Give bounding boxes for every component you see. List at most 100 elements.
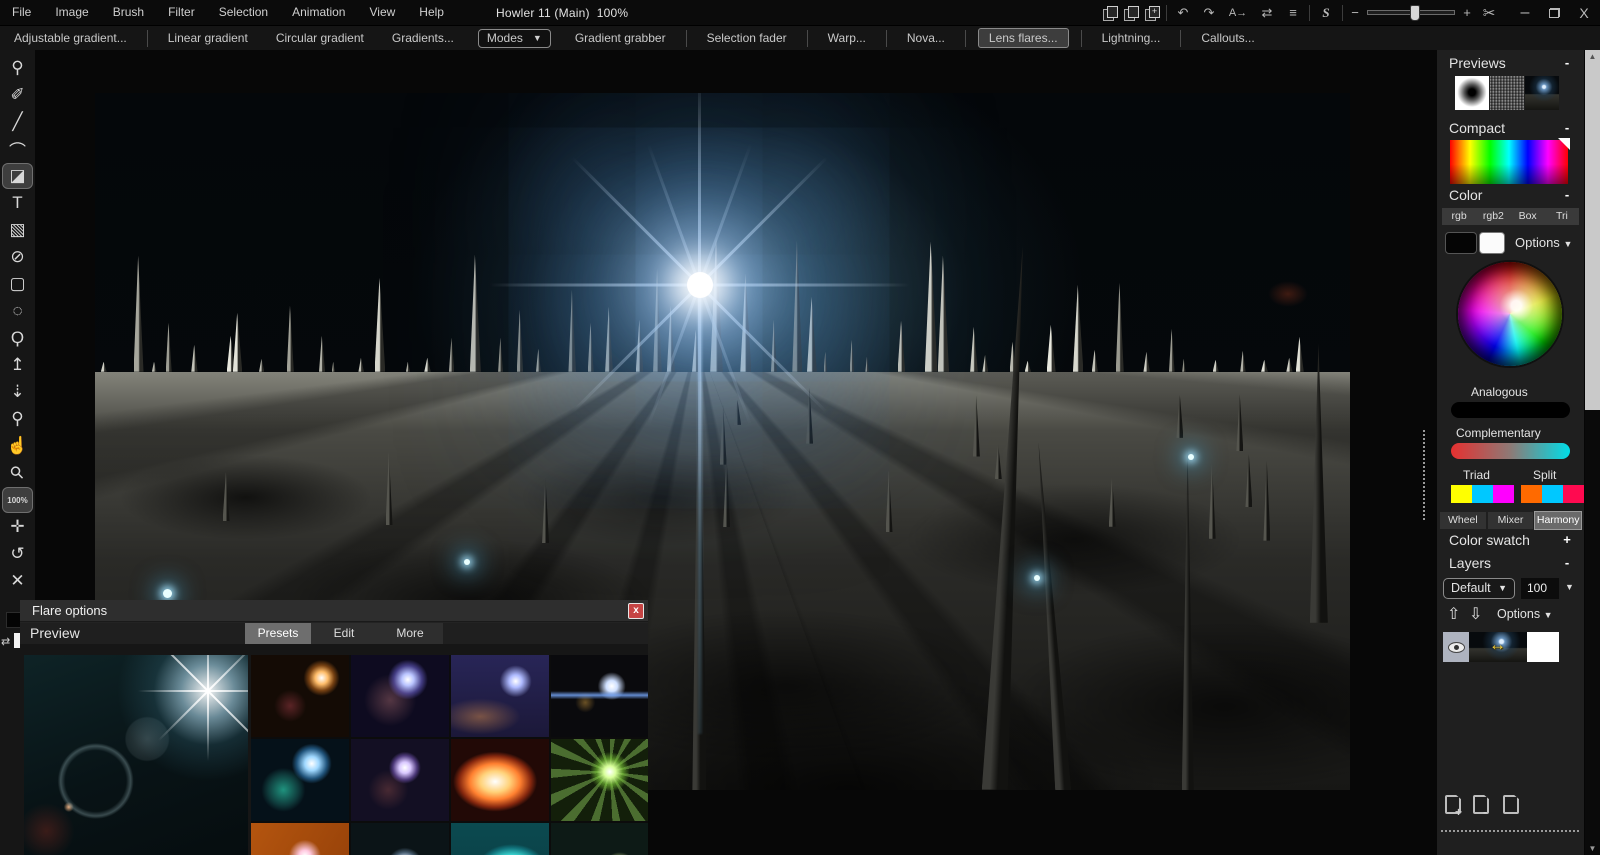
circular-gradient-button[interactable]: Circular gradient bbox=[262, 26, 378, 51]
tab-more[interactable]: More bbox=[377, 623, 443, 644]
gradients-button[interactable]: Gradients... bbox=[378, 26, 468, 51]
curve-tool[interactable]: ⌒ bbox=[3, 137, 32, 161]
flare-preset[interactable] bbox=[451, 655, 549, 737]
split-swatch-2[interactable] bbox=[1542, 485, 1563, 503]
nova-button[interactable]: Nova... bbox=[893, 26, 959, 51]
linear-gradient-button[interactable]: Linear gradient bbox=[154, 26, 262, 51]
tab-box[interactable]: Box bbox=[1511, 208, 1545, 225]
layers-options-dropdown[interactable]: Options ▼ bbox=[1497, 607, 1553, 621]
layer-opacity-field[interactable]: 100 bbox=[1521, 578, 1559, 599]
flare-preset[interactable] bbox=[351, 655, 449, 737]
swap-icon[interactable]: ⇄ bbox=[1257, 5, 1277, 21]
flare-preset[interactable] bbox=[251, 823, 349, 855]
dropper-tool[interactable]: ⚲ bbox=[3, 407, 32, 431]
menu-brush[interactable]: Brush bbox=[101, 0, 156, 25]
lightning-button[interactable]: Lightning... bbox=[1088, 26, 1175, 51]
current-color-swatch[interactable] bbox=[6, 612, 21, 628]
scrollbar-thumb[interactable] bbox=[1585, 50, 1600, 410]
ellipse-select-tool[interactable]: ◌ bbox=[3, 299, 32, 323]
color-swatch-expand-button[interactable]: + bbox=[1560, 532, 1574, 547]
layers-collapse-button[interactable]: - bbox=[1560, 555, 1574, 570]
dialog-close-button[interactable]: x bbox=[628, 603, 644, 619]
add-buffer-icon[interactable] bbox=[1145, 6, 1160, 20]
secondary-color-swatch[interactable] bbox=[1479, 232, 1505, 254]
color-collapse-button[interactable]: - bbox=[1560, 187, 1574, 202]
lasso-tool[interactable]: Ϙ bbox=[3, 326, 32, 350]
paste-buffer-icon[interactable] bbox=[1124, 6, 1139, 20]
scroll-down-icon[interactable]: ▼ bbox=[1585, 844, 1600, 853]
text-tool[interactable]: T bbox=[3, 191, 32, 215]
tab-tri[interactable]: Tri bbox=[1545, 208, 1579, 225]
selection-fader-button[interactable]: Selection fader bbox=[693, 26, 801, 51]
zoom-100-tool[interactable]: 100% bbox=[3, 488, 32, 512]
text-arrow-icon[interactable]: A→ bbox=[1225, 7, 1251, 19]
copy-buffer-icon[interactable] bbox=[1103, 6, 1118, 20]
zoom-slider-thumb[interactable] bbox=[1410, 5, 1420, 21]
adjustable-gradient-button[interactable]: Adjustable gradient... bbox=[0, 26, 141, 51]
zoom-out-icon[interactable]: − bbox=[1349, 5, 1361, 20]
knife-icon[interactable]: ✂ bbox=[1479, 4, 1499, 22]
tab-rgb2[interactable]: rgb2 bbox=[1476, 208, 1510, 225]
unpin-tool[interactable]: ✕ bbox=[3, 569, 32, 593]
triad-swatches[interactable] bbox=[1451, 485, 1514, 503]
tab-rgb[interactable]: rgb bbox=[1442, 208, 1476, 225]
move-tool[interactable]: ✛ bbox=[3, 515, 32, 539]
gradient-grabber-button[interactable]: Gradient grabber bbox=[561, 26, 680, 51]
compact-color-picker[interactable] bbox=[1450, 140, 1568, 184]
split-swatch-1[interactable] bbox=[1521, 485, 1542, 503]
menu-view[interactable]: View bbox=[357, 0, 407, 25]
swap-colors-icon[interactable]: ⇄ bbox=[1, 635, 10, 648]
previews-collapse-button[interactable]: - bbox=[1560, 55, 1574, 70]
lens-flares-button[interactable]: Lens flares... bbox=[978, 28, 1069, 48]
triad-swatch-3[interactable] bbox=[1493, 485, 1514, 503]
brush-preview-thumbnail[interactable] bbox=[1455, 76, 1489, 110]
minimize-button[interactable]: – bbox=[1515, 4, 1535, 22]
opacity-dropdown-icon[interactable]: ▼ bbox=[1565, 582, 1574, 592]
scene-preview-thumbnail[interactable] bbox=[1525, 76, 1559, 110]
flare-preview[interactable] bbox=[24, 655, 248, 855]
modes-dropdown[interactable]: Modes ▼ bbox=[478, 29, 551, 48]
tab-mixer[interactable]: Mixer bbox=[1488, 512, 1534, 529]
texture-preview-thumbnail[interactable] bbox=[1490, 76, 1524, 110]
panel-drag-handle[interactable] bbox=[1423, 430, 1425, 520]
flare-preset[interactable] bbox=[551, 823, 648, 855]
warp-button[interactable]: Warp... bbox=[814, 26, 880, 51]
pen-tool[interactable]: ⚲ bbox=[3, 56, 32, 80]
pin-down-tool[interactable]: ⇣ bbox=[3, 380, 32, 404]
split-swatch-3[interactable] bbox=[1563, 485, 1584, 503]
menu-animation[interactable]: Animation bbox=[280, 0, 357, 25]
magnifier-tool[interactable]: ⚲ bbox=[0, 454, 36, 491]
close-button[interactable]: X bbox=[1574, 5, 1594, 21]
color-options-dropdown[interactable]: Options ▼ bbox=[1515, 235, 1572, 250]
color-wheel[interactable] bbox=[1458, 262, 1562, 366]
menu-help[interactable]: Help bbox=[407, 0, 456, 25]
triad-swatch-2[interactable] bbox=[1472, 485, 1493, 503]
undo-icon[interactable]: ↶ bbox=[1173, 5, 1193, 21]
scroll-up-icon[interactable]: ▲ bbox=[1585, 52, 1600, 61]
gradient-fill-tool[interactable]: ◪ bbox=[3, 164, 32, 188]
zoom-in-icon[interactable]: + bbox=[1461, 5, 1473, 20]
triad-swatch-1[interactable] bbox=[1451, 485, 1472, 503]
line-tool[interactable]: ╱ bbox=[3, 110, 32, 134]
redo-icon[interactable]: ↷ bbox=[1199, 5, 1219, 21]
flare-preset[interactable] bbox=[251, 655, 349, 737]
flare-preset[interactable] bbox=[551, 655, 648, 737]
dialog-titlebar[interactable]: Flare options x bbox=[20, 600, 648, 622]
new-layer-icon[interactable] bbox=[1503, 795, 1519, 814]
rotate-tool[interactable]: ↺ bbox=[3, 542, 32, 566]
layer-move-up-button[interactable]: ⇧ bbox=[1447, 604, 1460, 624]
split-swatches[interactable] bbox=[1521, 485, 1584, 503]
restore-button[interactable] bbox=[1549, 8, 1560, 18]
lines-icon[interactable]: ≡ bbox=[1283, 5, 1303, 20]
picker-up-tool[interactable]: ↥ bbox=[3, 353, 32, 377]
flare-preset[interactable] bbox=[351, 739, 449, 821]
no-ellipse-tool[interactable]: ⊘ bbox=[3, 245, 32, 269]
rect-select-tool[interactable]: ▢ bbox=[3, 272, 32, 296]
complementary-swatch-bar[interactable] bbox=[1451, 443, 1570, 459]
flare-preset[interactable] bbox=[451, 739, 549, 821]
menu-image[interactable]: Image bbox=[43, 0, 100, 25]
compact-collapse-button[interactable]: - bbox=[1560, 120, 1574, 135]
callouts-button[interactable]: Callouts... bbox=[1187, 26, 1268, 51]
flare-preset[interactable] bbox=[251, 739, 349, 821]
tab-wheel[interactable]: Wheel bbox=[1440, 512, 1486, 529]
